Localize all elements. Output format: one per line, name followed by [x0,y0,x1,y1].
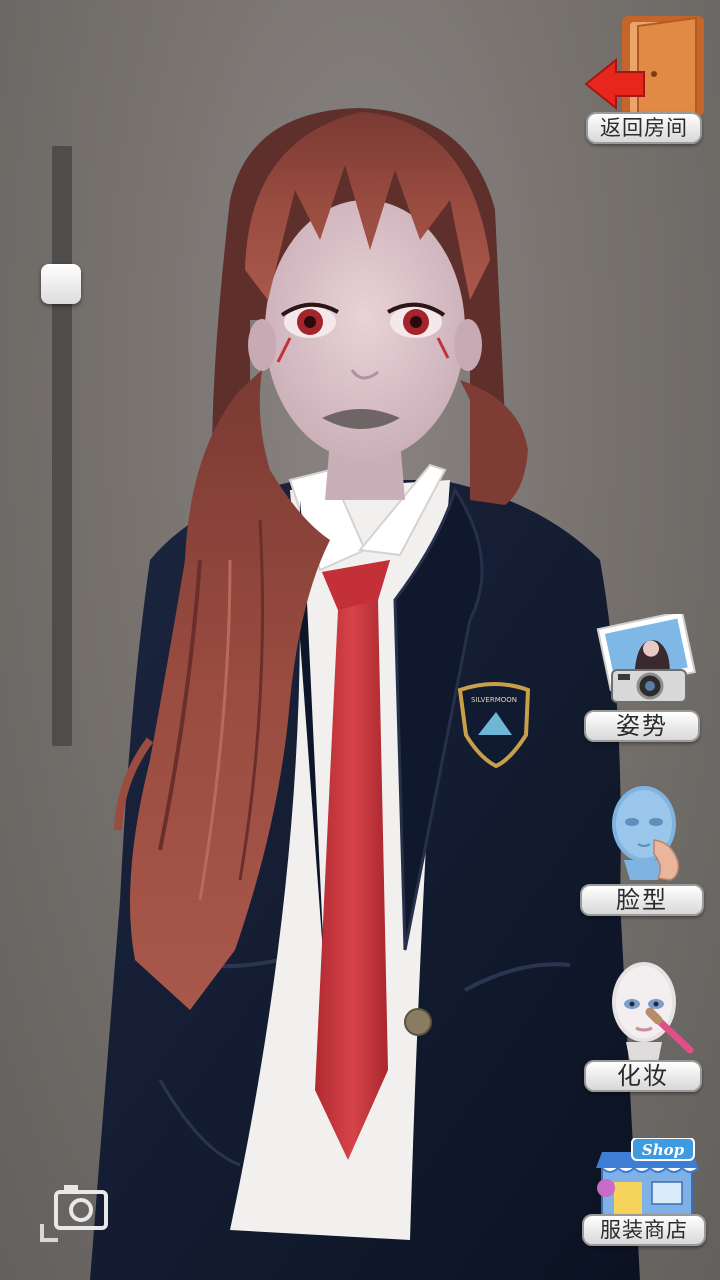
makeup-brush-icon [612,962,694,1062]
face-shape-button[interactable]: 脸型 [580,782,706,916]
zoom-slider-thumb[interactable] [41,264,81,304]
zoom-slider-track[interactable] [52,146,72,746]
shop-storefront-icon: Shop [596,1138,699,1217]
camera-photo-icon [596,614,697,703]
screenshot-button[interactable] [40,1180,112,1244]
clothing-shop-button[interactable]: Shop 服装商店 [580,1138,710,1248]
hair-right-tail [460,380,528,505]
back-to-room-button[interactable]: 返回房间 [582,14,708,144]
face-shape-label: 脸型 [580,884,704,916]
clothing-shop-label: 服装商店 [582,1214,706,1246]
shop-sign-text: Shop [642,1141,685,1159]
pose-button[interactable]: 姿势 [584,614,704,746]
makeup-button[interactable]: 化妆 [582,958,704,1094]
game-scene: SILVERMOON 返回房间 姿势 脸型 化妆 Shop 服装商店 [0,0,720,1280]
pose-label: 姿势 [584,710,700,742]
badge-text: SILVERMOON [471,696,517,704]
camera-icon [40,1185,108,1242]
back-to-room-label: 返回房间 [586,112,702,144]
makeup-label: 化妆 [584,1060,702,1092]
head-model-icon [612,786,680,881]
